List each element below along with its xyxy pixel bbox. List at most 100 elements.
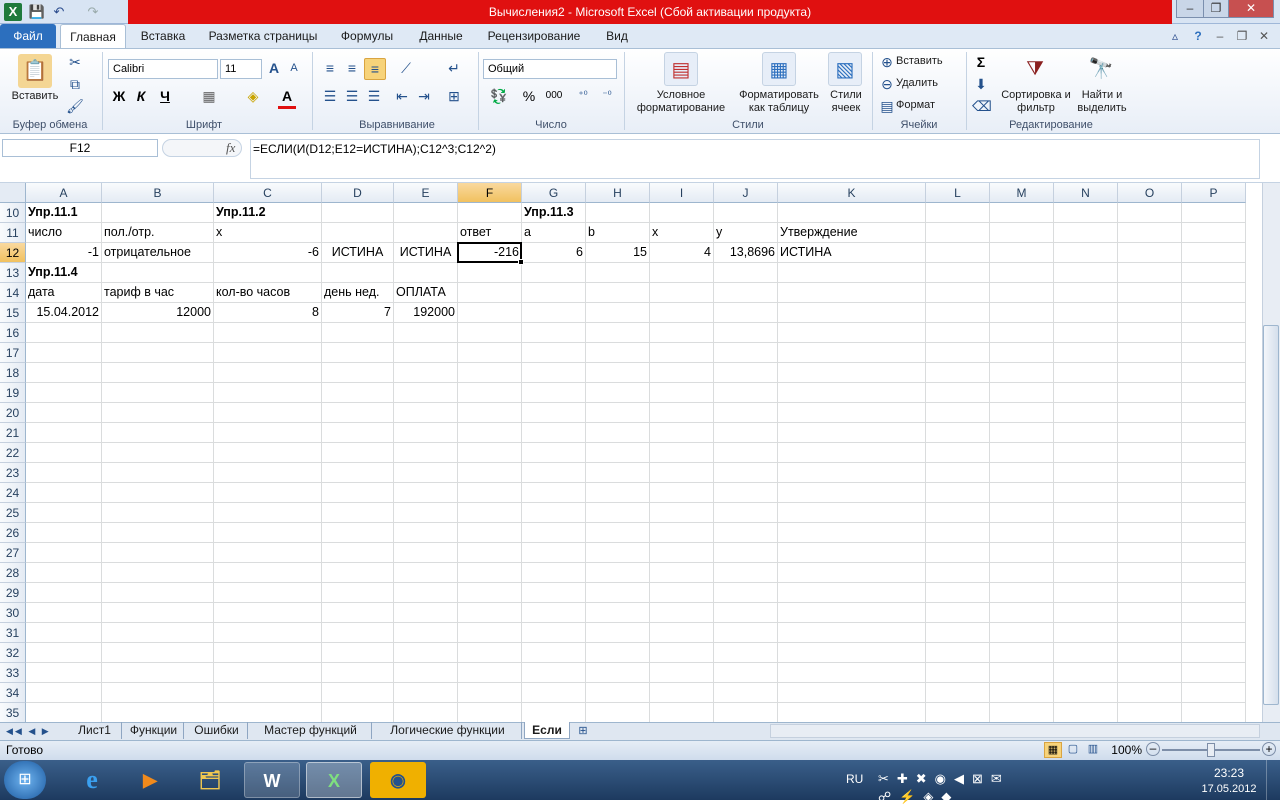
sort-filter-icon[interactable]: ⧩ (1018, 52, 1052, 86)
cell-B34[interactable] (102, 683, 214, 703)
font-color-icon[interactable]: A (278, 86, 296, 109)
cell-H33[interactable] (586, 663, 650, 683)
cell-A31[interactable] (26, 623, 102, 643)
cell-M23[interactable] (990, 463, 1054, 483)
cell-C33[interactable] (214, 663, 322, 683)
cell-A17[interactable] (26, 343, 102, 363)
cell-M21[interactable] (990, 423, 1054, 443)
format-cells-button[interactable]: Формат (896, 99, 962, 112)
cell-M25[interactable] (990, 503, 1054, 523)
clear-icon[interactable]: ⌫ (972, 96, 992, 116)
cell-K16[interactable] (778, 323, 926, 343)
cell-N14[interactable] (1054, 283, 1118, 303)
wb-restore-icon[interactable]: ❐ (1232, 24, 1252, 48)
cell-P21[interactable] (1182, 423, 1246, 443)
cell-K31[interactable] (778, 623, 926, 643)
cell-D33[interactable] (322, 663, 394, 683)
wb-minimize-icon[interactable]: – (1210, 24, 1230, 48)
cell-N29[interactable] (1054, 583, 1118, 603)
column-header-K[interactable]: K (778, 183, 926, 203)
percent-button[interactable]: % (520, 86, 538, 106)
cell-F22[interactable] (458, 443, 522, 463)
cell-P29[interactable] (1182, 583, 1246, 603)
cell-E14[interactable]: ОПЛАТА (394, 283, 458, 303)
cell-N16[interactable] (1054, 323, 1118, 343)
cell-B21[interactable] (102, 423, 214, 443)
cell-M29[interactable] (990, 583, 1054, 603)
cell-M13[interactable] (990, 263, 1054, 283)
cell-H17[interactable] (586, 343, 650, 363)
cell-O13[interactable] (1118, 263, 1182, 283)
row-header-22[interactable]: 22 (0, 443, 26, 463)
cell-M28[interactable] (990, 563, 1054, 583)
cell-K21[interactable] (778, 423, 926, 443)
cell-J28[interactable] (714, 563, 778, 583)
column-header-N[interactable]: N (1054, 183, 1118, 203)
cell-A28[interactable] (26, 563, 102, 583)
cell-styles-icon[interactable]: ▧ (828, 52, 862, 86)
cell-L28[interactable] (926, 563, 990, 583)
cell-I13[interactable] (650, 263, 714, 283)
cell-G23[interactable] (522, 463, 586, 483)
currency-icon[interactable]: 💱 (486, 86, 512, 106)
cell-G24[interactable] (522, 483, 586, 503)
cell-G13[interactable] (522, 263, 586, 283)
cell-D25[interactable] (322, 503, 394, 523)
app-taskbar-icon[interactable]: ◉ (370, 762, 426, 798)
cell-J16[interactable] (714, 323, 778, 343)
cell-J11[interactable]: y (714, 223, 778, 243)
cell-D29[interactable] (322, 583, 394, 603)
align-right-icon[interactable]: ☰ (364, 86, 384, 106)
cell-E26[interactable] (394, 523, 458, 543)
cell-B15[interactable]: 12000 (102, 303, 214, 323)
cell-J20[interactable] (714, 403, 778, 423)
borders-icon[interactable]: ▦ (200, 86, 218, 106)
cell-H27[interactable] (586, 543, 650, 563)
row-header-18[interactable]: 18 (0, 363, 26, 383)
cell-P20[interactable] (1182, 403, 1246, 423)
cell-G35[interactable] (522, 703, 586, 723)
cell-B26[interactable] (102, 523, 214, 543)
cell-C31[interactable] (214, 623, 322, 643)
cell-L33[interactable] (926, 663, 990, 683)
cell-H35[interactable] (586, 703, 650, 723)
cut-icon[interactable]: ✂ (66, 52, 84, 72)
cell-H24[interactable] (586, 483, 650, 503)
cell-L11[interactable] (926, 223, 990, 243)
cell-F16[interactable] (458, 323, 522, 343)
column-header-E[interactable]: E (394, 183, 458, 203)
cell-H19[interactable] (586, 383, 650, 403)
cell-K10[interactable] (778, 203, 926, 223)
cell-I17[interactable] (650, 343, 714, 363)
cell-D20[interactable] (322, 403, 394, 423)
cell-C11[interactable]: x (214, 223, 322, 243)
cell-P27[interactable] (1182, 543, 1246, 563)
align-top-icon[interactable]: ≡ (320, 58, 340, 78)
delete-cells-button[interactable]: Удалить (896, 77, 962, 90)
cell-H13[interactable] (586, 263, 650, 283)
cell-G29[interactable] (522, 583, 586, 603)
cell-C10[interactable]: Упр.11.2 (214, 203, 322, 223)
formula-input[interactable]: =ЕСЛИ(И(D12;E12=ИСТИНА);C12^3;C12^2) (250, 139, 1260, 179)
row-header-17[interactable]: 17 (0, 343, 26, 363)
cell-N11[interactable] (1054, 223, 1118, 243)
cell-P12[interactable] (1182, 243, 1246, 263)
cell-K11[interactable]: Утверждение (778, 223, 926, 243)
cell-D24[interactable] (322, 483, 394, 503)
cell-J13[interactable] (714, 263, 778, 283)
cell-E34[interactable] (394, 683, 458, 703)
cell-F17[interactable] (458, 343, 522, 363)
cell-K28[interactable] (778, 563, 926, 583)
delete-cells-icon[interactable]: ⊖ (878, 74, 896, 94)
cell-I22[interactable] (650, 443, 714, 463)
cell-O31[interactable] (1118, 623, 1182, 643)
merge-center-icon[interactable]: ⊞ (444, 86, 464, 106)
cell-F23[interactable] (458, 463, 522, 483)
cell-J15[interactable] (714, 303, 778, 323)
minimize-button[interactable]: – (1176, 0, 1204, 18)
tab-insert[interactable]: Вставка (130, 24, 196, 48)
cell-E22[interactable] (394, 443, 458, 463)
cell-D22[interactable] (322, 443, 394, 463)
cell-D14[interactable]: день нед. (322, 283, 394, 303)
cell-A30[interactable] (26, 603, 102, 623)
